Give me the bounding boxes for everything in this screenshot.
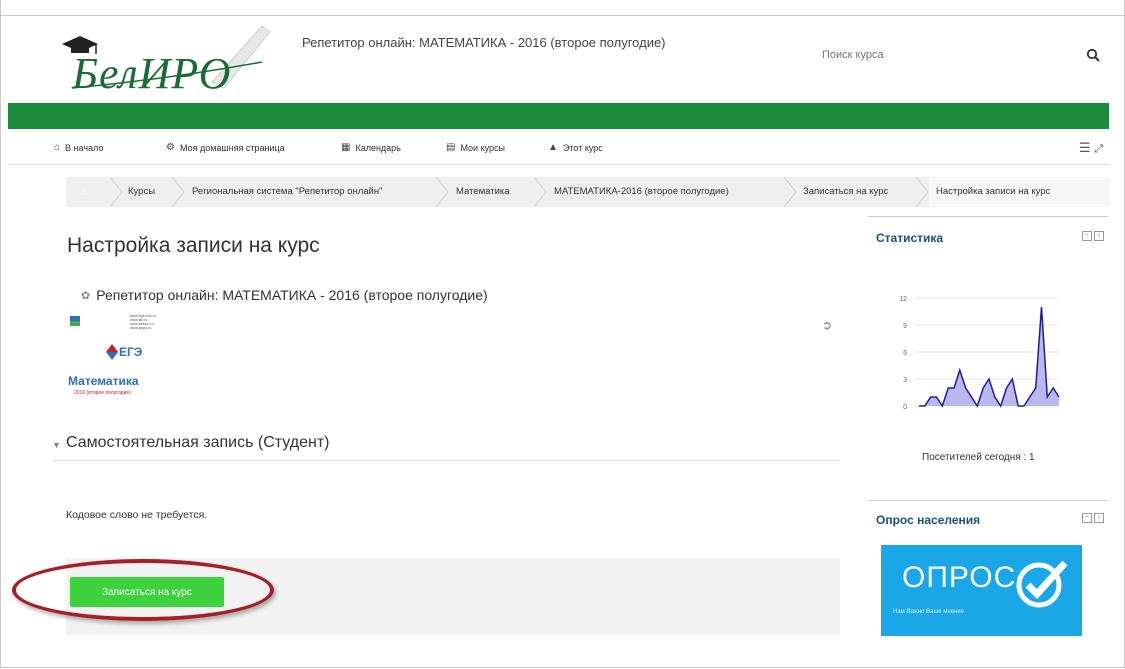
sitemap-icon: ▲ [548, 142, 558, 153]
site-logo[interactable]: БелИРО [62, 22, 272, 98]
course-image-ege: ЕГЭ [119, 345, 143, 359]
stats-title: Статистика [876, 231, 944, 245]
chart-y-tick-label: 6 [903, 350, 907, 357]
nav-this-course-label: Этот курс [562, 142, 603, 153]
survey-banner-subtitle: Нам Важно Ваше мнение [893, 609, 965, 615]
breadcrumb: ⌂ Курсы Региональная система "Репетитор … [66, 177, 1109, 207]
breadcrumb-courses[interactable]: Курсы [128, 177, 155, 207]
unenrol-icon[interactable]: ➲ [822, 318, 832, 332]
breadcrumb-enrol[interactable]: Записаться на курс [803, 177, 888, 207]
breadcrumb-separator-icon [436, 177, 449, 207]
stats-controls: − ‹ [1082, 231, 1104, 241]
dock-icon[interactable]: ‹ [1094, 513, 1104, 523]
course-name: Репетитор онлайн: МАТЕМАТИКА - 2016 (вто… [96, 287, 488, 303]
stats-chart: 12 9 6 3 0 [893, 290, 1063, 412]
stats-chart-svg: 12 9 6 3 0 [899, 296, 1060, 411]
checkmark-icon [1016, 560, 1068, 608]
calendar-icon: ▦ [341, 142, 351, 153]
nav-my-courses-label: Мои курсы [460, 142, 505, 153]
survey-controls: − ‹ [1082, 513, 1104, 523]
course-link[interactable]: ✿ Репетитор онлайн: МАТЕМАТИКА - 2016 (в… [81, 287, 488, 303]
indent-icon[interactable]: ☰ [1079, 140, 1091, 155]
breadcrumb-math[interactable]: Математика [456, 177, 510, 207]
dock-icon[interactable]: ‹ [1094, 231, 1104, 241]
course-icon: ✿ [81, 289, 91, 302]
chart-y-tick-label: 9 [903, 323, 907, 330]
logo-text: БелИРО [72, 49, 232, 98]
search-input[interactable] [818, 40, 1076, 70]
search-icon[interactable] [1086, 48, 1100, 62]
breadcrumb-course[interactable]: МАТЕМАТИКА-2016 (второе полугодие) [554, 177, 729, 207]
nav-dashboard-label: Моя домашняя страница [179, 142, 285, 153]
header-green-bar [8, 103, 1109, 129]
breadcrumb-current: Настройка записи на курс [936, 186, 1051, 197]
nav-home-label: В начало [65, 142, 104, 153]
chart-y-tick-label: 3 [903, 377, 907, 384]
highlight-oval [12, 559, 274, 621]
course-image-subject: Математика [68, 374, 139, 388]
section-title: Самостоятельная запись (Студент) [66, 434, 330, 451]
course-image: www.ege.edu.ru www.fipi.ru www.beluno.ru… [68, 314, 172, 406]
course-image-site: www.ipkpp.ru [130, 326, 152, 330]
nav-calendar[interactable]: ▦ Календарь [341, 142, 401, 153]
nav-this-course[interactable]: ▲ Этот курс [548, 142, 603, 153]
no-key-text: Кодовое слово не требуется. [66, 509, 208, 521]
breadcrumb-separator-icon [172, 177, 185, 207]
page-title: Настройка записи на курс [67, 234, 320, 257]
briefcase-icon: ▤ [446, 142, 456, 153]
home-icon: ⌂ [54, 142, 61, 153]
chart-y-tick-label: 0 [903, 404, 907, 411]
nav-bar: ⌂ В начало ⚙ Моя домашняя страница ▦ Кал… [8, 138, 1109, 165]
course-search [818, 40, 1106, 74]
course-image-year: 2016 (второе полугодие) [74, 390, 131, 396]
dashboard-icon: ⚙ [166, 142, 175, 153]
survey-banner-title: ОПРОС [902, 561, 1017, 594]
top-divider [0, 15, 1125, 16]
nav-home[interactable]: ⌂ В начало [54, 142, 103, 153]
breadcrumb-regional[interactable]: Региональная система "Репетитор онлайн" [192, 177, 382, 207]
survey-title: Опрос населения [876, 513, 981, 527]
collapse-arrow-icon: ▼ [52, 440, 61, 450]
nav-dashboard[interactable]: ⚙ Моя домашняя страница [166, 142, 285, 153]
survey-banner[interactable]: ОПРОС Нам Важно Ваше мнение [881, 545, 1082, 636]
breadcrumb-separator-icon [916, 177, 929, 207]
visitors-text: Посетителей сегодня : 1 [922, 452, 1035, 463]
site-title[interactable]: Репетитор онлайн: МАТЕМАТИКА - 2016 (вто… [302, 35, 666, 50]
collapse-icon[interactable]: − [1082, 231, 1092, 241]
nav-calendar-label: Календарь [355, 142, 401, 153]
breadcrumb-separator-icon [534, 177, 547, 207]
breadcrumb-separator-icon [110, 177, 123, 207]
breadcrumb-separator-icon [784, 177, 797, 207]
nav-my-courses[interactable]: ▤ Мои курсы [446, 142, 505, 153]
chart-y-tick-label: 12 [899, 296, 907, 303]
home-icon[interactable]: ⌂ [80, 177, 87, 207]
collapse-icon[interactable]: − [1082, 513, 1092, 523]
section-header[interactable]: ▼ Самостоятельная запись (Студент) [52, 434, 840, 461]
expand-icon[interactable]: ⤢ [1094, 143, 1103, 155]
nav-right-controls: ☰ ⤢ [1079, 140, 1103, 156]
